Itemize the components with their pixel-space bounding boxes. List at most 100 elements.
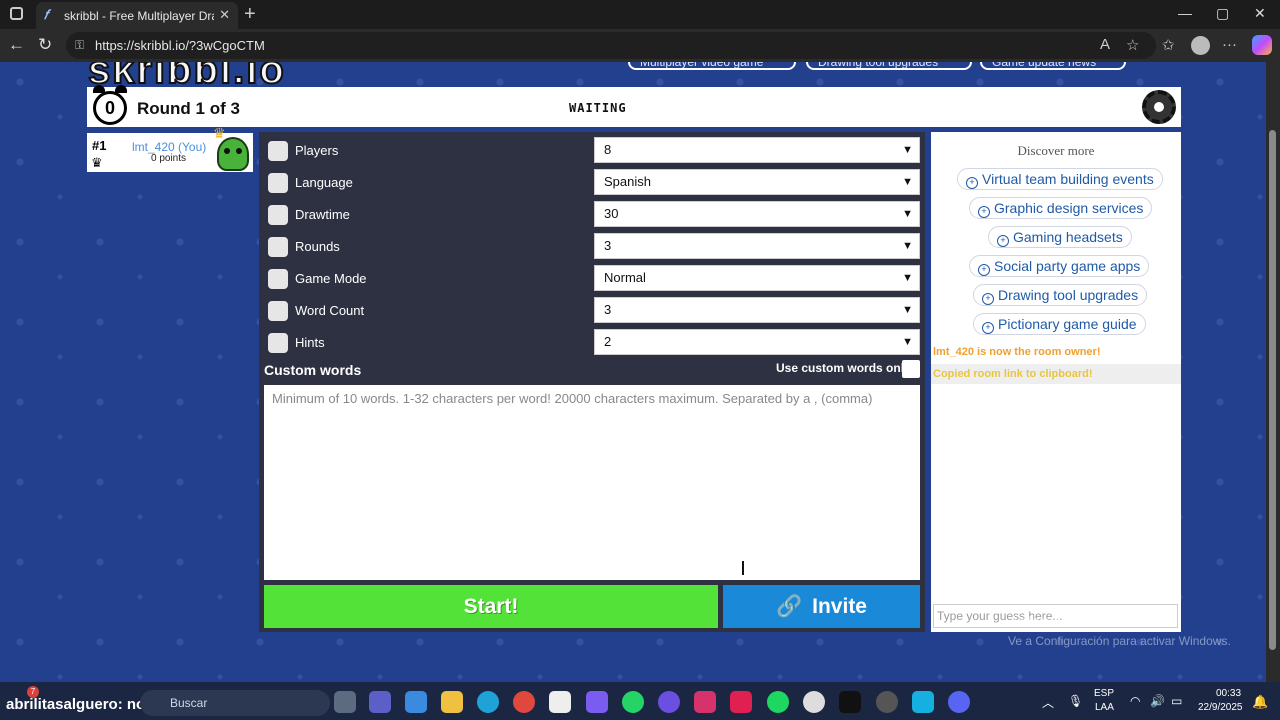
profile-icon[interactable] [1191, 36, 1210, 55]
custom-only-checkbox[interactable] [902, 360, 920, 378]
chevron-down-icon: ▼ [902, 240, 913, 252]
chevron-up-icon[interactable]: ︿ [1042, 694, 1054, 711]
settings-gear-icon[interactable] [1142, 90, 1176, 124]
browser-tab[interactable]: 𝑓 skribbl - Free Multiplayer Drawing & G… [36, 2, 238, 29]
wifi-icon[interactable]: ◠ [1130, 694, 1140, 708]
edge-icon[interactable] [477, 691, 499, 713]
steam-icon[interactable] [876, 691, 898, 713]
battery-icon[interactable]: ▭ [1171, 694, 1182, 708]
chevron-down-icon: ▼ [902, 176, 913, 188]
volume-icon[interactable]: 🔊 [1150, 694, 1165, 708]
hints-icon [268, 333, 288, 353]
tab-title: skribbl - Free Multiplayer Drawing & Gue… [64, 8, 214, 23]
discover-link[interactable]: + Pictionary game guide [973, 313, 1146, 335]
sidebar-toggle-icon[interactable] [10, 7, 23, 20]
whatsapp-icon[interactable] [622, 691, 644, 713]
drawtime-select[interactable]: 30 ▼ [594, 201, 920, 227]
setting-row-hints: Hints 2 ▼ [264, 328, 920, 358]
chatgpt-icon[interactable] [803, 691, 825, 713]
minimize-icon[interactable]: — [1178, 5, 1192, 21]
store-icon[interactable] [405, 691, 427, 713]
instagram-icon[interactable] [694, 691, 716, 713]
capcut-icon[interactable] [549, 691, 571, 713]
address-bar: ← ↻ ⚿ https://skribbl.io/?3wCgoCTM A ☆ ✩… [0, 29, 1280, 62]
language-indicator-sub: LAA [1095, 702, 1114, 713]
taskbar-search[interactable]: Buscar [140, 690, 330, 716]
url-text: https://skribbl.io/?3wCgoCTM [95, 38, 265, 53]
discover-link-label: Graphic design services [994, 200, 1144, 216]
setting-label: Language [295, 175, 353, 190]
game-status: WAITING [569, 101, 627, 115]
hints-select[interactable]: 2 ▼ [594, 329, 920, 355]
setting-label: Rounds [295, 239, 340, 254]
teams-icon[interactable] [369, 691, 391, 713]
tiktok-icon[interactable] [839, 691, 861, 713]
scrollbar-thumb[interactable] [1269, 130, 1276, 650]
microphone-icon[interactable]: 🎙 [1068, 694, 1083, 708]
close-window-icon[interactable]: ✕ [1254, 5, 1266, 22]
tiktok-studio-icon[interactable] [730, 691, 752, 713]
messenger-icon[interactable] [658, 691, 680, 713]
setting-row-drawtime: Drawtime 30 ▼ [264, 200, 920, 230]
wordcount-select[interactable]: 3 ▼ [594, 297, 920, 323]
canva-icon[interactable] [912, 691, 934, 713]
refresh-icon[interactable]: ↻ [38, 35, 52, 55]
timer-clock: 0 [91, 83, 129, 125]
gamemode-select[interactable]: Normal ▼ [594, 265, 920, 291]
favorite-icon[interactable]: ☆ [1126, 36, 1139, 54]
select-value: 2 [604, 334, 612, 349]
skribbl-page: skribbl.io Multiplayer video game Drawin… [0, 62, 1266, 682]
windows-taskbar: 7 abrilitasalguero: nooo que hacen Busca… [0, 682, 1280, 720]
setting-label: Word Count [295, 303, 365, 318]
copilot-app-icon[interactable] [586, 691, 608, 713]
language-select[interactable]: Spanish ▼ [594, 169, 920, 195]
site-info-icon[interactable]: ⚿ [75, 32, 84, 59]
activate-windows-title: Activar Windows [1008, 612, 1134, 631]
lobby-settings-panel: Players 8 ▼ Language Spanish ▼ Drawtime 30… [259, 132, 925, 632]
rounds-select[interactable]: 3 ▼ [594, 233, 920, 259]
chevron-down-icon: ▼ [902, 304, 913, 316]
setting-row-language: Language Spanish ▼ [264, 168, 920, 198]
read-aloud-icon[interactable]: A [1100, 36, 1110, 53]
menu-icon[interactable]: ··· [1222, 36, 1237, 53]
custom-only-label: Use custom words only [776, 361, 911, 375]
spotify-icon[interactable] [767, 691, 789, 713]
circle-plus-icon: + [982, 322, 994, 334]
top-link-1[interactable]: Multiplayer video game [628, 62, 796, 70]
language-indicator[interactable]: ESP [1094, 688, 1114, 699]
clock-time[interactable]: 00:33 [1216, 688, 1241, 699]
right-panel: Discover more + Virtual team building eve… [931, 132, 1181, 632]
discover-link[interactable]: + Virtual team building events [957, 168, 1163, 190]
custom-words-textarea[interactable]: Minimum of 10 words. 1-32 characters per… [264, 385, 920, 580]
top-link-3[interactable]: Game update news [980, 62, 1126, 70]
close-tab-icon[interactable]: ✕ [219, 7, 230, 23]
url-field[interactable]: ⚿ https://skribbl.io/?3wCgoCTM [66, 32, 1156, 59]
player-avatar [217, 137, 249, 171]
discord-icon[interactable] [948, 691, 970, 713]
maximize-icon[interactable]: ▢ [1216, 5, 1229, 22]
chrome-icon[interactable] [513, 691, 535, 713]
invite-button[interactable]: 🔗 Invite [723, 585, 920, 628]
discover-link[interactable]: + Social party game apps [969, 255, 1150, 277]
copilot-icon[interactable] [1252, 35, 1272, 55]
select-value: Normal [604, 270, 646, 285]
players-select[interactable]: 8 ▼ [594, 137, 920, 163]
top-link-2[interactable]: Drawing tool upgrades [806, 62, 972, 70]
timer-value: 0 [93, 91, 127, 125]
back-icon[interactable]: ← [8, 35, 25, 55]
select-value: Spanish [604, 174, 651, 189]
new-tab-icon[interactable]: + [244, 3, 256, 26]
task-view-icon[interactable] [334, 691, 356, 713]
file-explorer-icon[interactable] [441, 691, 463, 713]
notification-icon[interactable]: 🔔 [1252, 694, 1268, 710]
player-list-item[interactable]: #1 ♛ lmt_420 (You) 0 points ♛ [87, 125, 253, 172]
discover-link-label: Gaming headsets [1013, 229, 1123, 245]
discover-link[interactable]: + Graphic design services [969, 197, 1153, 219]
circle-plus-icon: + [978, 206, 990, 218]
select-value: 3 [604, 238, 612, 253]
discover-link[interactable]: + Gaming headsets [988, 226, 1132, 248]
favorites-icon[interactable]: ✩ [1162, 36, 1175, 54]
start-button[interactable]: Start! [264, 585, 718, 628]
owner-crown-icon: ♛ [213, 125, 226, 141]
discover-link[interactable]: + Drawing tool upgrades [973, 284, 1148, 306]
